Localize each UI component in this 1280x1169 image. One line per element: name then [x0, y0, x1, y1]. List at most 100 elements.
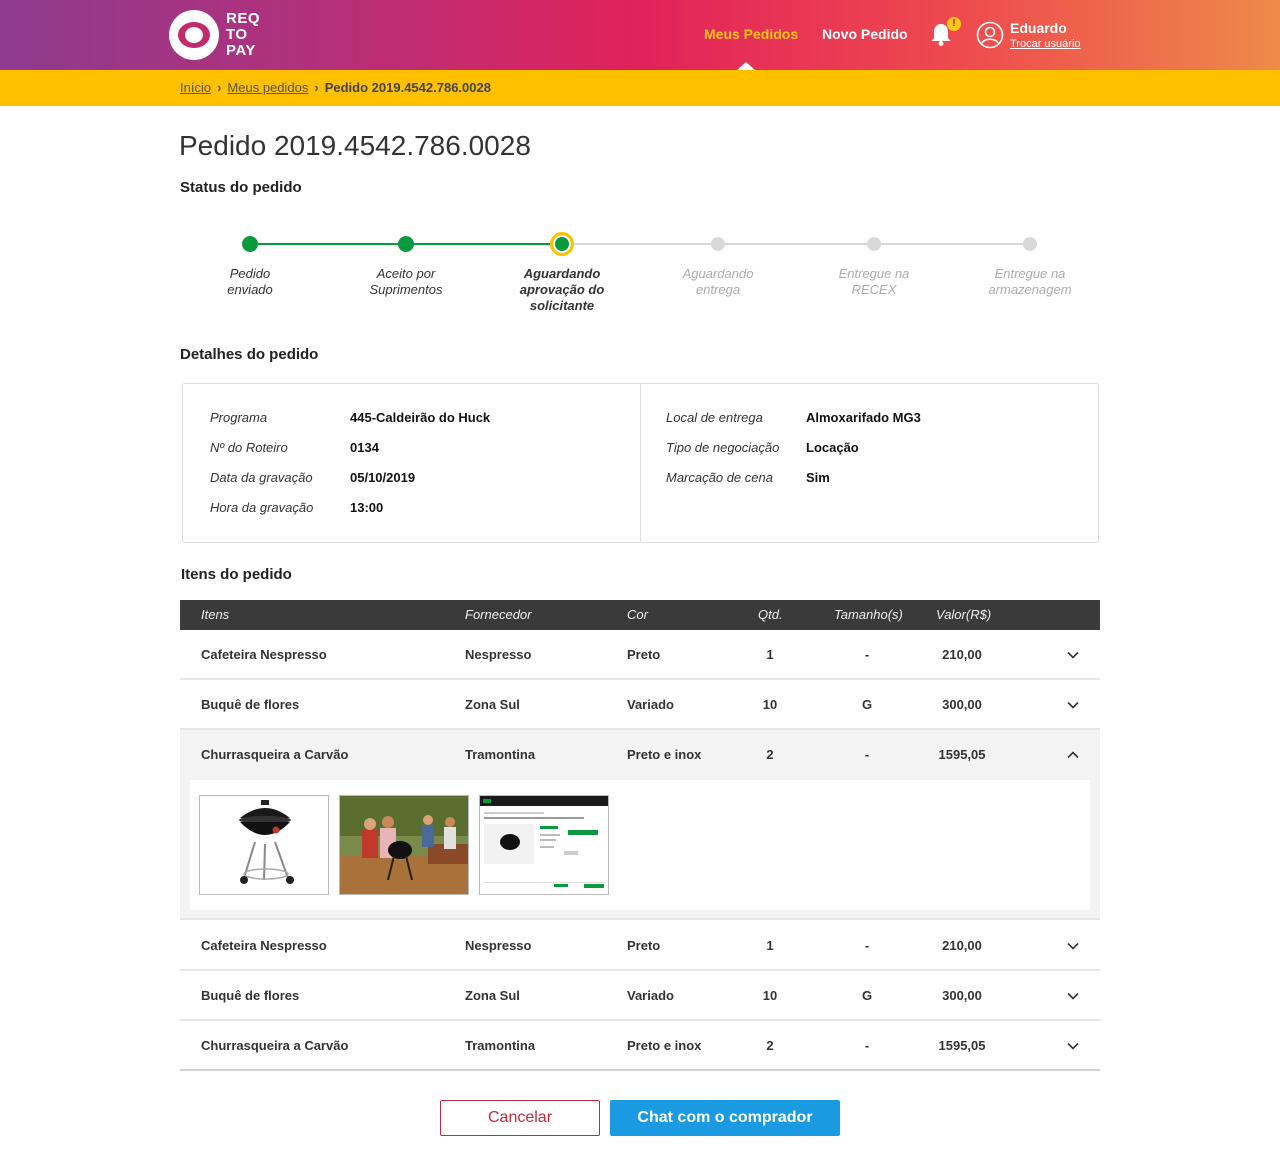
chevron-down-icon[interactable] [1066, 939, 1080, 953]
step-label-accepted: Aceito por Suprimentos [369, 266, 443, 297]
step-label-recex: Entregue na RECEX [838, 266, 910, 297]
cell-item: Buquê de flores [201, 988, 300, 1003]
cell-size: - [864, 747, 870, 762]
breadcrumb: Início › Meus pedidos › Pedido 2019.4542… [180, 80, 491, 95]
detail-value-negotiation-type: Locação [806, 440, 859, 455]
breadcrumb-home-link[interactable]: Início [180, 80, 211, 95]
detail-label-negotiation-type: Tipo de negociação [666, 440, 780, 455]
col-header-qty: Qtd. [758, 607, 783, 622]
detail-label-program: Programa [210, 410, 268, 425]
cell-item: Buquê de flores [201, 697, 300, 712]
cell-size: G [861, 988, 873, 1003]
cell-color: Preto [627, 647, 661, 662]
detail-label-scene-marking: Marcação de cena [666, 470, 773, 485]
step-dot-storage [1023, 237, 1037, 251]
step-label-storage: Entregue na armazenagem [988, 266, 1072, 297]
step-dot-awaiting-delivery [711, 237, 725, 251]
status-section-title: Status do pedido [180, 179, 302, 196]
cell-value: 300,00 [942, 988, 982, 1003]
cell-supplier: Tramontina [465, 747, 536, 762]
detail-label-recording-time: Hora da gravação [210, 500, 314, 515]
step-label-sent: Pedido enviado [227, 266, 273, 297]
cell-supplier: Zona Sul [465, 697, 520, 712]
chevron-down-icon[interactable] [1066, 698, 1080, 712]
chat-with-buyer-button[interactable]: Chat com o comprador [610, 1100, 840, 1136]
chevron-down-icon[interactable] [1066, 1039, 1080, 1053]
cell-item: Cafeteira Nespresso [201, 938, 327, 953]
app-logo-text[interactable]: REQ TO PAY [226, 11, 260, 59]
item-images-panel [180, 780, 1100, 920]
col-header-size: Tamanho(s) [834, 607, 903, 622]
step-connector-pending [570, 243, 1030, 245]
col-header-supplier: Fornecedor [465, 607, 532, 622]
detail-value-recording-date: 05/10/2019 [350, 470, 416, 485]
cell-qty: 1 [766, 938, 774, 953]
table-row[interactable]: Buquê de flores Zona Sul Variado 10 G 30… [180, 971, 1100, 1021]
cell-value: 210,00 [942, 938, 982, 953]
cell-size: G [861, 697, 873, 712]
table-row[interactable]: Churrasqueira a Carvão Tramontina Preto … [180, 1021, 1100, 1071]
active-nav-indicator [737, 62, 755, 70]
col-header-color: Cor [627, 607, 648, 622]
user-name: Eduardo [1010, 20, 1067, 36]
cell-item: Churrasqueira a Carvão [201, 747, 349, 762]
product-page-thumbnail[interactable] [479, 795, 609, 895]
detail-value-recording-time: 13:00 [350, 500, 384, 515]
chevron-right-icon: › [217, 80, 222, 95]
table-row[interactable]: Cafeteira Nespresso Nespresso Preto 1 - … [180, 921, 1100, 971]
page-title: Pedido 2019.4542.786.0028 [179, 130, 531, 161]
items-table-header: Itens Fornecedor Cor Qtd. Tamanho(s) Val… [180, 600, 1100, 630]
cell-size: - [864, 938, 870, 953]
detail-label-script-number: Nº do Roteiro [210, 440, 288, 455]
nav-new-order[interactable]: Novo Pedido [822, 26, 908, 42]
user-avatar-icon[interactable] [976, 21, 1004, 49]
globo-logo-icon[interactable] [169, 10, 219, 60]
cell-supplier: Zona Sul [465, 988, 520, 1003]
chevron-down-icon[interactable] [1066, 989, 1080, 1003]
grill-photo-icon [200, 796, 328, 894]
table-row[interactable]: Cafeteira Nespresso Nespresso Preto 1 - … [180, 630, 1100, 680]
nav-my-orders[interactable]: Meus Pedidos [704, 26, 798, 42]
order-status-stepper: Pedido enviado Aceito por Suprimentos Agua… [180, 230, 1100, 330]
col-header-items: Itens [201, 607, 230, 622]
cell-size: - [864, 647, 870, 662]
step-dot-accepted [398, 236, 414, 252]
detail-value-program: 445-Caldeirão do Huck [350, 410, 491, 425]
breadcrumb-orders-link[interactable]: Meus pedidos [227, 80, 308, 95]
cell-value: 1595,05 [938, 1038, 986, 1053]
cell-supplier: Nespresso [465, 647, 532, 662]
grill-product-thumbnail[interactable] [199, 795, 329, 895]
cell-qty: 1 [766, 647, 774, 662]
step-dot-current [550, 232, 574, 256]
cell-value: 1595,05 [938, 747, 986, 762]
step-dot-recex [867, 237, 881, 251]
grill-lifestyle-thumbnail[interactable] [339, 795, 469, 895]
detail-value-scene-marking: Sim [806, 470, 830, 485]
step-label-current: Aguardando aprovação do solicitante [519, 266, 605, 313]
notification-badge: ! [947, 17, 961, 31]
cell-supplier: Nespresso [465, 938, 532, 953]
table-row-expanded[interactable]: Churrasqueira a Carvão Tramontina Preto … [180, 730, 1100, 780]
items-section-title: Itens do pedido [181, 566, 292, 583]
table-row[interactable]: Buquê de flores Zona Sul Variado 10 G 30… [180, 680, 1100, 730]
cell-supplier: Tramontina [465, 1038, 536, 1053]
cell-size: - [864, 1038, 870, 1053]
cell-color: Preto e inox [627, 1038, 702, 1053]
details-section-title: Detalhes do pedido [180, 346, 319, 363]
cell-color: Variado [627, 697, 674, 712]
cell-color: Preto e inox [627, 747, 702, 762]
chevron-down-icon[interactable] [1066, 648, 1080, 662]
detail-value-script-number: 0134 [350, 440, 379, 455]
chevron-right-icon: › [314, 80, 319, 95]
cell-qty: 2 [766, 1038, 774, 1053]
chevron-up-icon[interactable] [1066, 748, 1080, 762]
people-grilling-photo-icon [340, 796, 468, 894]
step-label-awaiting-delivery: Aguardando entrega [682, 266, 754, 297]
item-images-container [190, 780, 1090, 910]
order-details-card: Programa 445-Caldeirão do Huck Nº do Rot… [182, 383, 1099, 543]
product-page-screenshot-icon [480, 796, 608, 894]
switch-user-link[interactable]: Trocar usuário [1010, 38, 1081, 50]
cell-item: Cafeteira Nespresso [201, 647, 327, 662]
cancel-button[interactable]: Cancelar [440, 1100, 600, 1136]
cell-value: 300,00 [942, 697, 982, 712]
